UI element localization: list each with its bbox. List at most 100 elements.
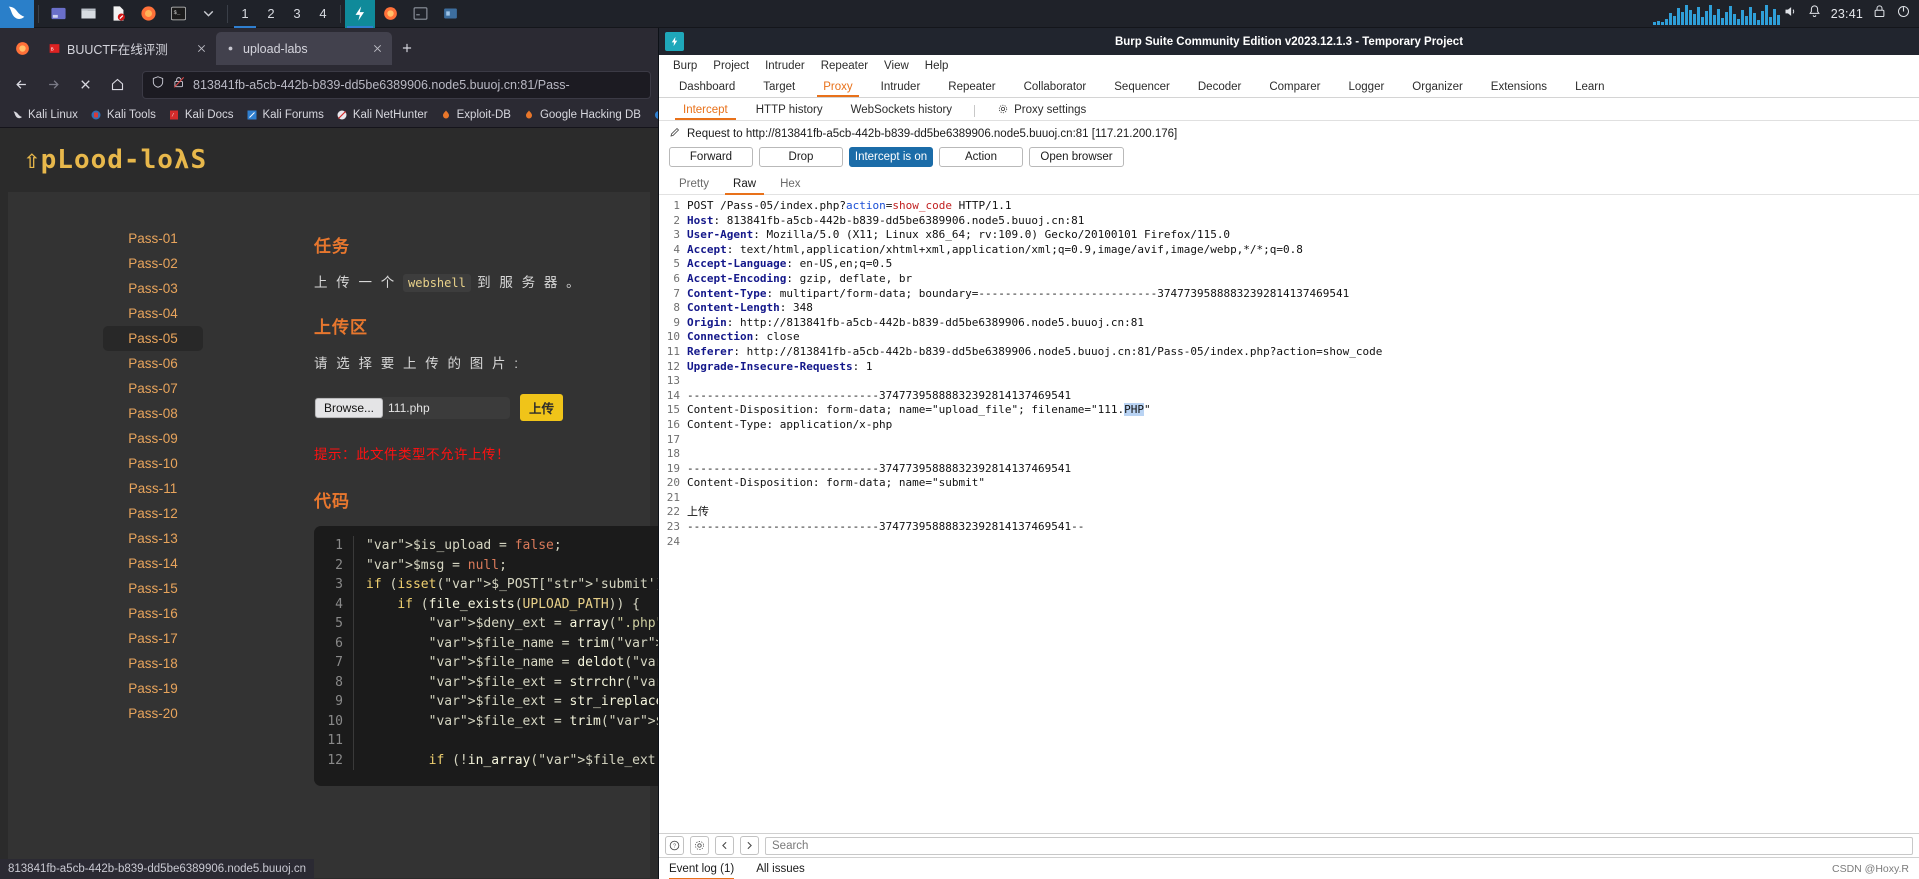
pass-link-pass-05[interactable]: Pass-05 <box>103 326 203 351</box>
tab-websockets-history[interactable]: WebSockets history <box>837 102 966 119</box>
lock-icon[interactable] <box>1872 4 1887 24</box>
menu-intruder[interactable]: Intruder <box>765 60 805 72</box>
intercept-toggle-button[interactable]: Intercept is on <box>849 147 933 167</box>
burp-tab-comparer[interactable]: Comparer <box>1255 79 1334 96</box>
drop-button[interactable]: Drop <box>759 147 843 167</box>
new-tab-button[interactable] <box>392 33 422 63</box>
burp-tab-logger[interactable]: Logger <box>1334 79 1398 96</box>
power-icon[interactable] <box>1896 4 1911 24</box>
pass-link-pass-16[interactable]: Pass-16 <box>103 601 203 626</box>
bookmark-kali-nethunter[interactable]: Kali NetHunter <box>331 107 433 124</box>
burp-tab-repeater[interactable]: Repeater <box>934 79 1009 96</box>
upload-submit-button[interactable]: 上传 <box>520 394 564 421</box>
document-icon[interactable] <box>103 0 133 28</box>
menu-view[interactable]: View <box>884 60 909 72</box>
menu-burp[interactable]: Burp <box>673 60 697 72</box>
menu-help[interactable]: Help <box>925 60 949 72</box>
chevron-down-icon[interactable] <box>193 0 223 28</box>
browser-tab-upload-labs[interactable]: upload-labs <box>216 32 392 65</box>
taskbar-window-burp[interactable] <box>345 0 375 28</box>
workspace-1[interactable]: 1 <box>232 0 258 28</box>
burp-tab-intruder[interactable]: Intruder <box>867 79 935 96</box>
pass-link-pass-17[interactable]: Pass-17 <box>103 626 203 651</box>
close-icon[interactable] <box>369 41 385 57</box>
search-input[interactable]: Search <box>765 836 1913 855</box>
back-icon[interactable] <box>7 70 36 99</box>
tab-raw[interactable]: Raw <box>721 175 768 195</box>
folder-icon[interactable] <box>73 0 103 28</box>
volume-icon[interactable] <box>1783 4 1798 24</box>
kali-menu-icon[interactable] <box>0 0 34 28</box>
bookmark-kali-linux[interactable]: Kali Linux <box>6 107 83 124</box>
pass-link-pass-14[interactable]: Pass-14 <box>103 551 203 576</box>
bookmark-google-hacking-db[interactable]: Google Hacking DB <box>518 107 646 124</box>
pass-link-pass-15[interactable]: Pass-15 <box>103 576 203 601</box>
browser-tab-buuctf[interactable]: B BUUCTF在线评测 <box>40 32 216 65</box>
pass-link-pass-07[interactable]: Pass-07 <box>103 376 203 401</box>
file-input[interactable]: Browse... 111.php <box>314 396 510 419</box>
burp-tab-decoder[interactable]: Decoder <box>1184 79 1255 96</box>
terminal-icon[interactable]: $_ <box>163 0 193 28</box>
forward-icon[interactable] <box>39 70 68 99</box>
bookmark-exploit-db[interactable]: Exploit-DB <box>435 107 516 124</box>
stop-icon[interactable] <box>71 70 100 99</box>
pass-link-pass-08[interactable]: Pass-08 <box>103 401 203 426</box>
prev-match-icon[interactable] <box>715 836 734 855</box>
tab-pretty[interactable]: Pretty <box>667 175 721 194</box>
burp-tab-learn[interactable]: Learn <box>1561 79 1618 96</box>
firefox-icon[interactable] <box>133 0 163 28</box>
pass-link-pass-03[interactable]: Pass-03 <box>103 276 203 301</box>
open-browser-button[interactable]: Open browser <box>1029 147 1124 167</box>
taskbar-window-files[interactable] <box>435 0 465 28</box>
pass-link-pass-11[interactable]: Pass-11 <box>103 476 203 501</box>
settings-gear-icon[interactable] <box>690 836 709 855</box>
forward-button[interactable]: Forward <box>669 147 753 167</box>
action-button[interactable]: Action <box>939 147 1023 167</box>
pass-link-pass-09[interactable]: Pass-09 <box>103 426 203 451</box>
close-icon[interactable] <box>193 41 209 57</box>
pass-link-pass-18[interactable]: Pass-18 <box>103 651 203 676</box>
pass-link-pass-20[interactable]: Pass-20 <box>103 701 203 726</box>
workspace-2[interactable]: 2 <box>258 0 284 28</box>
pass-link-pass-19[interactable]: Pass-19 <box>103 676 203 701</box>
bookmark-offsec[interactable] <box>648 107 658 124</box>
browse-button[interactable]: Browse... <box>315 397 384 418</box>
tab-intercept[interactable]: Intercept <box>669 102 742 120</box>
proxy-settings-button[interactable]: Proxy settings <box>983 101 1100 121</box>
workspace-4[interactable]: 4 <box>310 0 336 28</box>
event-log-tab[interactable]: Event log (1) <box>669 863 735 879</box>
burp-tab-dashboard[interactable]: Dashboard <box>665 79 749 96</box>
bookmark-kali-tools[interactable]: Kali Tools <box>85 107 161 124</box>
files-icon[interactable] <box>43 0 73 28</box>
menu-repeater[interactable]: Repeater <box>821 60 868 72</box>
burp-tab-collaborator[interactable]: Collaborator <box>1010 79 1101 96</box>
all-issues-tab[interactable]: All issues <box>756 863 805 875</box>
burp-tab-extensions[interactable]: Extensions <box>1477 79 1561 96</box>
raw-request-editor[interactable]: 1 POST /Pass-05/index.php?action=show_cod… <box>659 195 1919 833</box>
next-match-icon[interactable] <box>740 836 759 855</box>
taskbar-window-terminal[interactable] <box>405 0 435 28</box>
burp-tab-target[interactable]: Target <box>749 79 809 96</box>
home-icon[interactable] <box>103 70 132 99</box>
pass-link-pass-12[interactable]: Pass-12 <box>103 501 203 526</box>
pass-link-pass-10[interactable]: Pass-10 <box>103 451 203 476</box>
bell-icon[interactable] <box>1807 4 1822 24</box>
pass-link-pass-06[interactable]: Pass-06 <box>103 351 203 376</box>
help-icon[interactable]: ? <box>665 836 684 855</box>
pass-link-pass-02[interactable]: Pass-02 <box>103 251 203 276</box>
pass-link-pass-01[interactable]: Pass-01 <box>103 226 203 251</box>
burp-tab-organizer[interactable]: Organizer <box>1398 79 1477 96</box>
taskbar-window-firefox[interactable] <box>375 0 405 28</box>
tab-hex[interactable]: Hex <box>768 175 812 194</box>
pass-link-pass-04[interactable]: Pass-04 <box>103 301 203 326</box>
burp-tab-proxy[interactable]: Proxy <box>809 79 866 97</box>
workspace-3[interactable]: 3 <box>284 0 310 28</box>
menu-project[interactable]: Project <box>713 60 749 72</box>
bookmark-kali-forums[interactable]: Kali Forums <box>240 107 328 124</box>
insecure-lock-icon[interactable] <box>172 75 186 94</box>
burp-tab-sequencer[interactable]: Sequencer <box>1100 79 1184 96</box>
tab-http-history[interactable]: HTTP history <box>742 102 837 119</box>
shield-icon[interactable] <box>151 75 165 94</box>
url-bar[interactable]: 813841fb-a5cb-442b-b839-dd5be6389906.nod… <box>142 70 651 99</box>
firefox-account-icon[interactable] <box>4 30 40 66</box>
